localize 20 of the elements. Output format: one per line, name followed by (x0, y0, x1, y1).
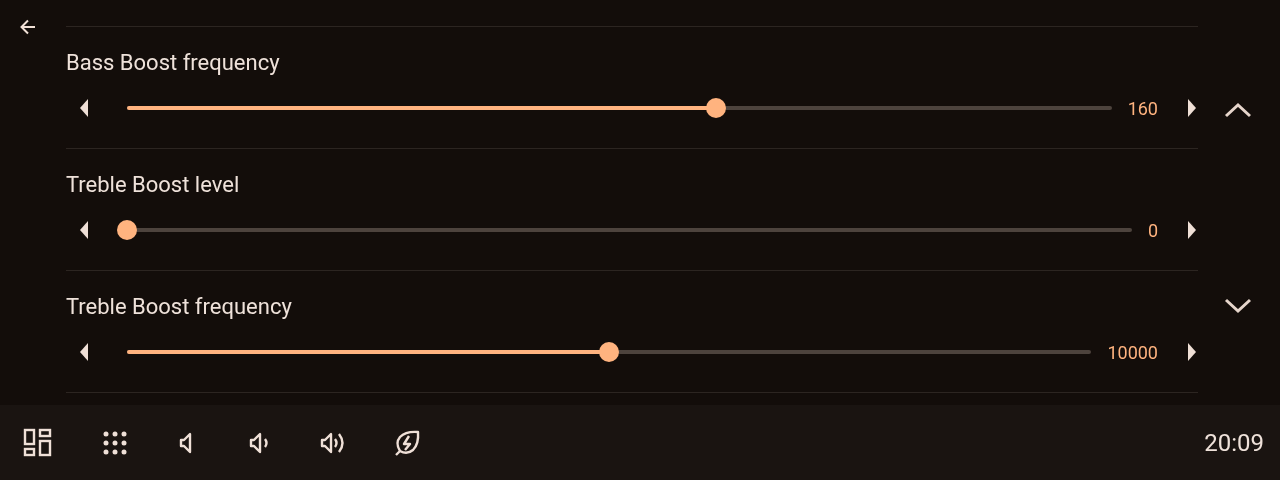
slider-thumb[interactable] (599, 342, 620, 362)
setting-title: Treble Boost level (66, 171, 241, 198)
slider-thumb[interactable] (705, 98, 726, 118)
increase-icon[interactable] (1186, 220, 1198, 240)
back-arrow-icon[interactable] (18, 17, 38, 37)
setting-title: Treble Boost frequency (66, 293, 293, 320)
decrease-icon[interactable] (78, 98, 90, 118)
chevron-up-icon[interactable] (1224, 102, 1252, 118)
clock: 20:09 (1204, 428, 1264, 457)
slider-thumb[interactable] (117, 220, 137, 240)
decrease-icon[interactable] (78, 342, 90, 362)
slider-value: 10000 (1107, 341, 1158, 363)
slider-value: 0 (1147, 219, 1158, 241)
dashboard-icon[interactable] (23, 427, 53, 458)
decrease-icon[interactable] (78, 220, 90, 240)
increase-icon[interactable] (1186, 342, 1198, 362)
increase-icon[interactable] (1186, 98, 1198, 118)
chevron-down-icon[interactable] (1224, 298, 1252, 314)
slider-value: 160 (1127, 97, 1158, 119)
setting-title: Bass Boost frequency (66, 49, 281, 76)
